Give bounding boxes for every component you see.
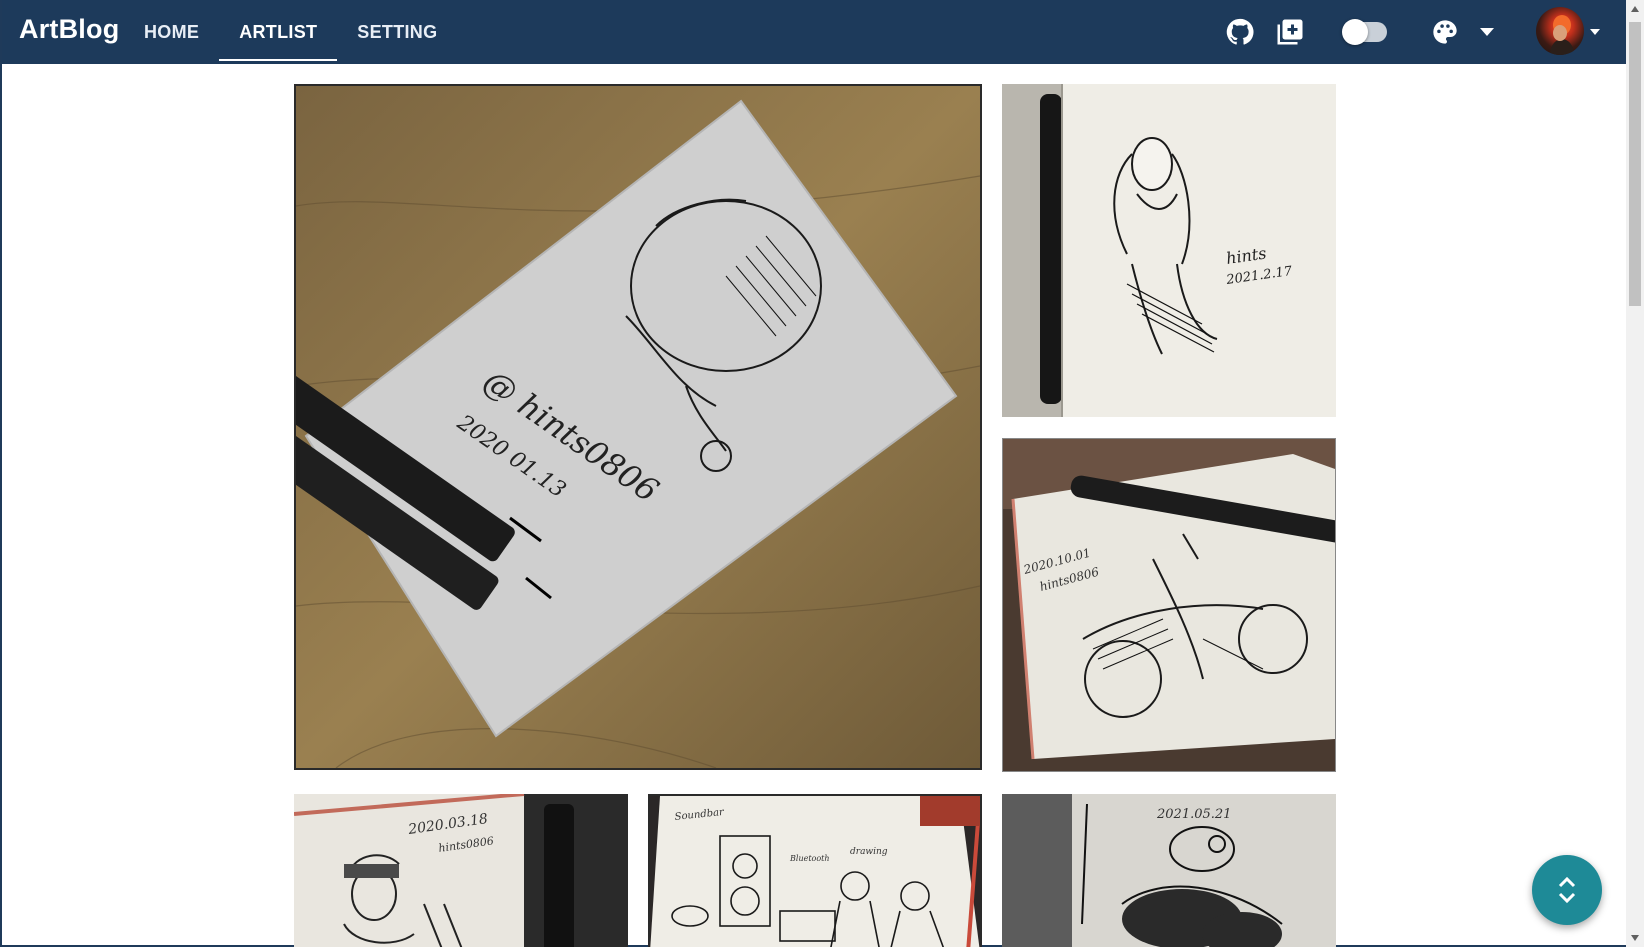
top-navbar: ArtBlog HOME ARTLIST SETTING [2, 0, 1626, 64]
toggle-knob [1342, 19, 1368, 45]
artwork-card-2[interactable]: hints 2021.2.17 [1002, 84, 1336, 417]
nav-setting[interactable]: SETTING [337, 0, 457, 64]
add-box-icon[interactable] [1272, 14, 1308, 50]
unfold-icon [1558, 876, 1576, 904]
artwork-card-5[interactable]: Soundbar Bluetooth drawing [648, 794, 982, 947]
app-frame: ArtBlog HOME ARTLIST SETTING @ hints0806… [0, 0, 1644, 947]
theme-toggle[interactable] [1342, 19, 1387, 45]
main-nav: HOME ARTLIST SETTING [124, 0, 457, 64]
art-gallery: @ hints0806 2020 01.13 hints 2021.2.17 2… [2, 64, 1626, 947]
scroll-fab[interactable] [1532, 855, 1602, 925]
avatar-dropdown-caret[interactable] [1590, 29, 1600, 35]
artwork-card-4[interactable]: 2020.03.18 hints0806 [294, 794, 628, 947]
nav-home[interactable]: HOME [124, 0, 219, 64]
nav-artlist[interactable]: ARTLIST [219, 0, 338, 64]
scroll-thumb[interactable] [1629, 22, 1641, 306]
brand-logo[interactable]: ArtBlog [19, 14, 119, 45]
page-scrollbar[interactable] [1626, 0, 1644, 947]
github-icon[interactable] [1222, 14, 1258, 50]
svg-text:2021.05.21: 2021.05.21 [1156, 807, 1231, 822]
scroll-down-arrow[interactable] [1631, 935, 1639, 941]
scroll-up-arrow[interactable] [1631, 6, 1639, 12]
palette-dropdown-caret[interactable] [1480, 28, 1494, 36]
artwork-card-1[interactable]: @ hints0806 2020 01.13 [294, 84, 982, 770]
palette-icon[interactable] [1427, 14, 1463, 50]
artwork-card-3[interactable]: 2020.10.01 hints0806 [1002, 438, 1336, 772]
avatar[interactable] [1536, 7, 1584, 55]
artwork-card-6[interactable]: 2021.05.21 [1002, 794, 1336, 947]
svg-text:Bluetooth: Bluetooth [789, 854, 830, 863]
svg-text:drawing: drawing [850, 847, 888, 857]
